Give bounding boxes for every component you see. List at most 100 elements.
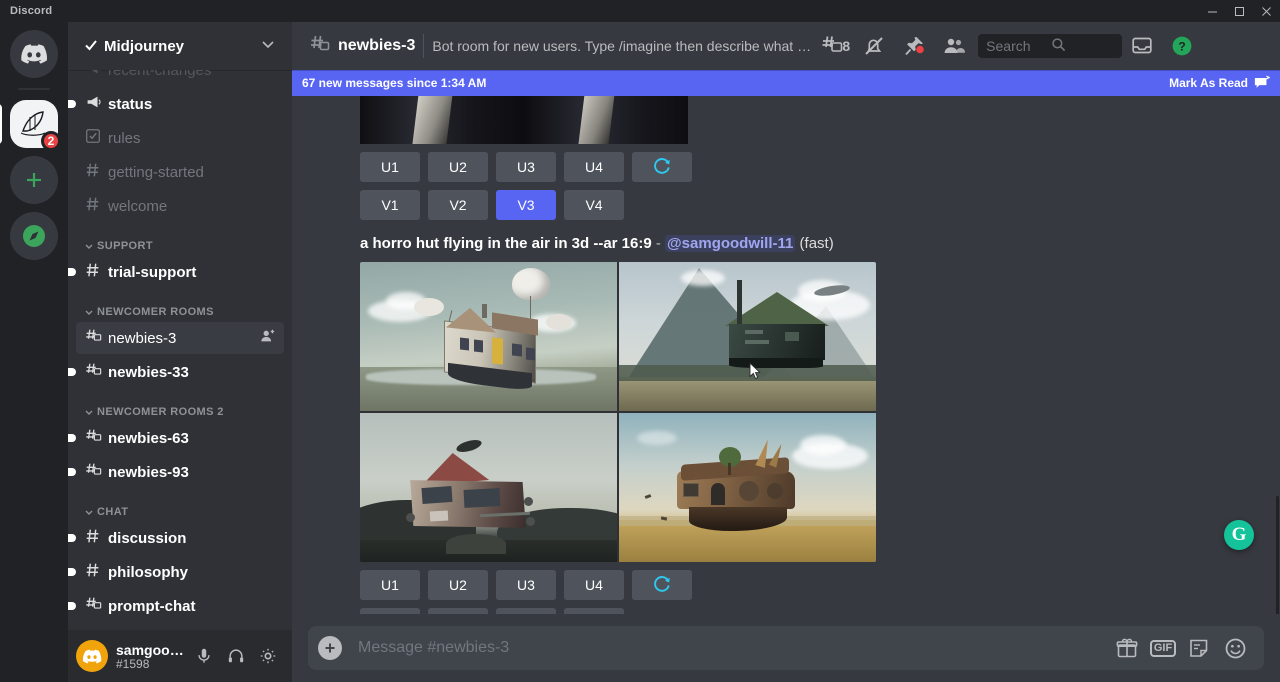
generation-mode: (fast) — [800, 235, 834, 252]
variation-button-v2[interactable]: V2 — [428, 608, 488, 614]
upscale-button-u2[interactable]: U2 — [428, 570, 488, 600]
bell-slash-icon[interactable] — [862, 34, 886, 58]
threads-icon[interactable] — [820, 34, 844, 58]
upscale-button-u3[interactable]: U3 — [496, 152, 556, 182]
new-messages-label: 67 new messages since 1:34 AM — [302, 76, 1169, 90]
refresh-button[interactable] — [632, 570, 692, 600]
unread-indicator — [68, 434, 76, 442]
pin-icon[interactable] — [902, 34, 926, 58]
variation-button-v4[interactable]: V4 — [564, 190, 624, 220]
search-icon[interactable] — [1051, 37, 1116, 55]
upscale-button-u1[interactable]: U1 — [360, 570, 420, 600]
sidebar-item-discussion[interactable]: discussion — [76, 522, 284, 554]
chevron-down-icon[interactable] — [260, 36, 276, 57]
server-active-pill — [0, 104, 2, 144]
hash-thread-icon — [84, 461, 102, 484]
rules-icon — [84, 127, 102, 150]
search-placeholder: Search — [986, 38, 1051, 54]
channel-sidebar: Midjourney recent-changes status rules — [68, 22, 292, 682]
sidebar-item-getting-started[interactable]: getting-started — [76, 156, 284, 188]
variation-button-v2[interactable]: V2 — [428, 190, 488, 220]
help-icon[interactable]: ? — [1170, 34, 1194, 58]
sidebar-item-philosophy[interactable]: philosophy — [76, 556, 284, 588]
gear-icon[interactable] — [252, 640, 284, 672]
gif-icon[interactable]: GIF — [1150, 635, 1176, 661]
message-list[interactable]: U1 U2 U3 U4 V1 V2 V3 V4 a horro hut fly — [292, 96, 1280, 614]
microphone-icon[interactable] — [188, 640, 220, 672]
search-input[interactable]: Search — [978, 34, 1122, 58]
maximize-button[interactable] — [1226, 0, 1253, 22]
guild-header[interactable]: Midjourney — [68, 22, 292, 70]
category-newcomer-rooms-2[interactable]: NEWCOMER ROOMS 2 — [68, 390, 292, 422]
members-icon[interactable] — [942, 34, 966, 58]
grid-image-4[interactable] — [619, 413, 876, 562]
mark-as-read-button[interactable]: Mark As Read — [1169, 75, 1270, 92]
sidebar-item-welcome[interactable]: welcome — [76, 190, 284, 222]
refresh-icon — [652, 156, 672, 179]
sidebar-item-status[interactable]: status — [76, 88, 284, 120]
plus-icon — [24, 170, 44, 190]
sidebar-item-newbies-93[interactable]: newbies-93 — [76, 456, 284, 488]
app-title: Discord — [10, 5, 52, 17]
sidebar-item-trial-support[interactable]: trial-support — [76, 256, 284, 288]
variation-button-v3[interactable]: V3 — [496, 190, 556, 220]
upscale-button-u4[interactable]: U4 — [564, 570, 624, 600]
category-newcomer-rooms[interactable]: NEWCOMER ROOMS — [68, 290, 292, 322]
unread-indicator — [68, 268, 76, 276]
avatar[interactable] — [76, 640, 108, 672]
new-messages-bar[interactable]: 67 new messages since 1:34 AM Mark As Re… — [292, 70, 1280, 96]
variation-button-v4[interactable]: V4 — [564, 608, 624, 614]
user-mention[interactable]: @samgoodwill-11 — [665, 235, 795, 252]
generated-image-grid[interactable] — [360, 262, 876, 562]
upscale-button-u4[interactable]: U4 — [564, 152, 624, 182]
emoji-icon[interactable] — [1222, 635, 1248, 661]
refresh-button[interactable] — [632, 152, 692, 182]
user-info[interactable]: samgoodw... #1598 — [116, 642, 188, 671]
sidebar-item-prompt-chat[interactable]: prompt-chat — [76, 590, 284, 622]
grid-image-2[interactable] — [619, 262, 876, 411]
grid-image-3[interactable] — [360, 413, 617, 562]
server-item-explore[interactable] — [10, 212, 58, 260]
sticker-icon[interactable] — [1186, 635, 1212, 661]
category-chat[interactable]: CHAT — [68, 490, 292, 522]
sidebar-item-newbies-63[interactable]: newbies-63 — [76, 422, 284, 454]
close-button[interactable] — [1253, 0, 1280, 22]
message-scrollbar[interactable] — [1276, 496, 1279, 614]
variation-button-v1[interactable]: V1 — [360, 608, 420, 614]
hash-thread-icon — [84, 595, 102, 618]
minimize-button[interactable] — [1199, 0, 1226, 22]
variation-button-v1[interactable]: V1 — [360, 190, 420, 220]
headphones-icon[interactable] — [220, 640, 252, 672]
composer-box[interactable]: Message #newbies-3 GIF — [308, 626, 1264, 670]
sidebar-item-label: welcome — [108, 198, 276, 215]
sidebar-item-label: newbies-63 — [108, 430, 276, 447]
category-support[interactable]: SUPPORT — [68, 224, 292, 256]
sidebar-item-recent-changes[interactable]: recent-changes — [76, 70, 284, 86]
gif-label: GIF — [1150, 640, 1176, 657]
gift-icon[interactable] — [1114, 635, 1140, 661]
message-input[interactable]: Message #newbies-3 — [358, 639, 1104, 657]
upscale-button-u1[interactable]: U1 — [360, 152, 420, 182]
unread-indicator — [68, 100, 76, 108]
server-item-midjourney[interactable]: 2 — [10, 100, 58, 148]
attach-plus-icon[interactable] — [318, 636, 342, 660]
server-item-home[interactable] — [10, 30, 58, 78]
prompt-text: a horro hut flying in the air in 3d --ar… — [360, 235, 652, 252]
sidebar-item-rules[interactable]: rules — [76, 122, 284, 154]
announcement-icon — [84, 70, 102, 82]
inbox-icon[interactable] — [1130, 34, 1154, 58]
sidebar-item-newbies-3[interactable]: newbies-3 — [76, 322, 284, 354]
channel-list[interactable]: recent-changes status rules getting-star… — [68, 70, 292, 630]
variation-button-v3[interactable]: V3 — [496, 608, 556, 614]
unread-indicator — [68, 602, 76, 610]
upscale-button-u3[interactable]: U3 — [496, 570, 556, 600]
grammarly-button[interactable]: G — [1224, 520, 1254, 550]
add-member-icon[interactable] — [260, 328, 276, 349]
upscale-button-u2[interactable]: U2 — [428, 152, 488, 182]
message-image-partial[interactable] — [360, 96, 688, 144]
server-item-add-server[interactable] — [10, 156, 58, 204]
sidebar-item-label: status — [108, 96, 276, 113]
sidebar-item-newbies-33[interactable]: newbies-33 — [76, 356, 284, 388]
grid-image-1[interactable] — [360, 262, 617, 411]
hash-icon — [84, 161, 102, 184]
